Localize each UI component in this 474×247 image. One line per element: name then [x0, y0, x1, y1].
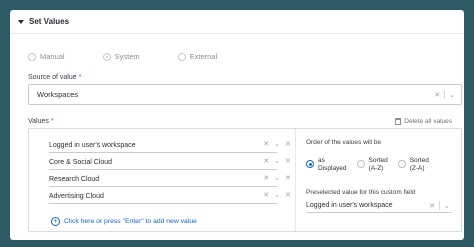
clear-icon[interactable]: ✕: [434, 91, 440, 99]
values-label: Values *: [28, 118, 54, 125]
radio-selected-icon[interactable]: [306, 160, 314, 168]
clear-icon[interactable]: ✕: [263, 174, 269, 182]
value-text: Core & Social Cloud: [49, 159, 113, 166]
order-label: Order of the values will be: [306, 139, 382, 146]
order-sorted-a-z[interactable]: Sorted (A-Z): [356, 157, 388, 173]
chevron-down-icon[interactable]: ⌄: [449, 91, 455, 99]
source-of-value-label: Source of value *: [28, 74, 82, 81]
radio-circle-icon[interactable]: [28, 52, 36, 61]
chevron-down-icon[interactable]: ⌄: [274, 140, 280, 148]
set-values-panel: Set Values Manual System External Source…: [10, 10, 464, 240]
add-new-value-link[interactable]: + Click here or press "Enter" to add new…: [51, 217, 197, 226]
section-header[interactable]: Set Values: [10, 10, 464, 34]
clear-icon[interactable]: ✕: [263, 191, 269, 199]
source-select[interactable]: Workspaces ✕ ⌄: [28, 84, 462, 105]
source-select-value: Workspaces: [37, 90, 79, 99]
section-title: Set Values: [29, 17, 70, 26]
chevron-down-icon[interactable]: ⌄: [274, 157, 280, 165]
value-row[interactable]: Advertising Cloud ✕ ⌄ ✕: [49, 190, 291, 204]
order-radios: as Displayed Sorted (A-Z) Sorted (Z-A): [306, 157, 439, 173]
preselect-value: Logged in user's workspace: [306, 202, 393, 209]
radio-circle-icon[interactable]: [397, 160, 406, 168]
preselect-label: Preselected value for this custom field: [306, 189, 416, 196]
order-panel: Order of the values will be as Displayed …: [295, 129, 461, 231]
radio-system[interactable]: System: [102, 52, 140, 61]
order-sorted-z-a[interactable]: Sorted (Z-A): [397, 157, 429, 173]
radio-circle-icon[interactable]: [177, 52, 186, 61]
collapse-caret-icon[interactable]: [18, 19, 24, 24]
value-text: Logged in user's workspace: [49, 142, 136, 149]
radio-circle-icon[interactable]: [102, 52, 111, 61]
chevron-down-icon[interactable]: ⌄: [274, 191, 280, 199]
radio-circle-icon[interactable]: [356, 160, 365, 168]
remove-icon[interactable]: ✕: [285, 174, 291, 182]
radio-external[interactable]: External: [177, 52, 217, 61]
remove-icon[interactable]: ✕: [285, 157, 291, 165]
value-row[interactable]: Research Cloud ✕ ⌄ ✕: [49, 173, 291, 187]
clear-icon[interactable]: ✕: [263, 157, 269, 165]
radio-manual[interactable]: Manual: [28, 52, 65, 61]
order-as-displayed[interactable]: as Displayed: [306, 157, 347, 173]
clear-icon[interactable]: ✕: [263, 140, 269, 148]
trash-icon: [395, 118, 402, 125]
preselect-select[interactable]: Logged in user's workspace ✕ ⌄: [306, 199, 452, 213]
value-text: Advertising Cloud: [49, 193, 104, 200]
value-row[interactable]: Core & Social Cloud ✕ ⌄ ✕: [49, 156, 291, 170]
clear-icon[interactable]: ✕: [429, 202, 435, 210]
remove-icon[interactable]: ✕: [285, 140, 291, 148]
chevron-down-icon[interactable]: ⌄: [444, 202, 450, 210]
remove-icon[interactable]: ✕: [285, 191, 291, 199]
chevron-down-icon[interactable]: ⌄: [274, 174, 280, 182]
delete-all-values-button[interactable]: Delete all values: [395, 118, 452, 125]
values-box: Logged in user's workspace ✕ ⌄ ✕ Core & …: [28, 128, 462, 232]
value-text: Research Cloud: [49, 176, 100, 183]
value-row[interactable]: Logged in user's workspace ✕ ⌄ ✕: [49, 139, 291, 153]
value-mode-radios: Manual System External: [28, 52, 255, 61]
values-list: Logged in user's workspace ✕ ⌄ ✕ Core & …: [29, 129, 295, 231]
plus-circle-icon: +: [51, 217, 60, 226]
